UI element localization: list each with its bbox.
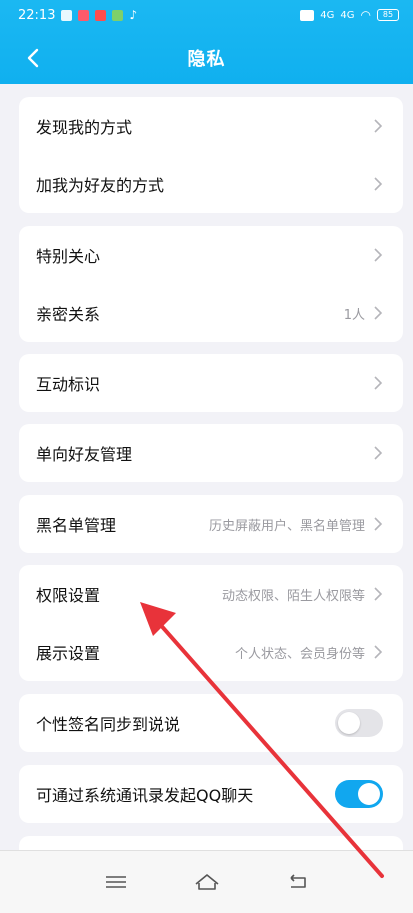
app-notification-icon: [112, 9, 124, 21]
notification-icon: [61, 9, 73, 21]
row-intimate-relation[interactable]: 亲密关系 1人: [19, 284, 403, 342]
row-label: 特别关心: [36, 247, 101, 266]
chevron-right-icon: [374, 645, 383, 659]
row-oneway-friends[interactable]: 单向好友管理: [19, 424, 403, 482]
signature-sync-toggle[interactable]: [335, 709, 383, 737]
card-oneway: 单向好友管理: [19, 424, 403, 482]
hd-icon: [300, 9, 315, 21]
card-blacklist: 黑名单管理 历史屏蔽用户、黑名单管理: [19, 495, 403, 553]
row-label: 亲密关系: [36, 305, 101, 324]
row-label: 黑名单管理: [36, 516, 117, 535]
row-label: 权限设置: [36, 586, 101, 605]
card-contacts-chat: 可通过系统通讯录发起QQ聊天: [19, 765, 403, 823]
title-bar: 隐私: [0, 38, 413, 78]
row-blacklist[interactable]: 黑名单管理 历史屏蔽用户、黑名单管理: [19, 495, 403, 553]
row-label: 加我为好友的方式: [36, 176, 165, 195]
header-bar: 22:13 ♪ 4G 4G ◠ 85 隐私: [0, 0, 413, 84]
card-permissions: 权限设置 动态权限、陌生人权限等 展示设置 个人状态、会员身份等: [19, 565, 403, 681]
card-interaction: 互动标识: [19, 354, 403, 412]
row-hint: 1人: [343, 307, 365, 323]
tiktok-icon: ♪: [129, 8, 138, 22]
back-nav-icon[interactable]: [284, 870, 312, 894]
row-signature-sync: 个性签名同步到说说: [19, 694, 403, 752]
row-special-care[interactable]: 特别关心: [19, 226, 403, 284]
chevron-right-icon: [374, 248, 383, 262]
system-nav-bar: [0, 850, 413, 913]
row-add-friend-method[interactable]: 加我为好友的方式: [19, 155, 403, 213]
row-label: 展示设置: [36, 644, 101, 663]
row-display-settings[interactable]: 展示设置 个人状态、会员身份等: [19, 623, 403, 681]
row-contacts-chat: 可通过系统通讯录发起QQ聊天: [19, 765, 403, 823]
app-notification-icon: [95, 9, 107, 21]
chevron-right-icon: [374, 177, 383, 191]
app-notification-icon: [78, 9, 90, 21]
card-relations: 特别关心 亲密关系 1人: [19, 226, 403, 342]
chevron-right-icon: [374, 119, 383, 133]
chevron-right-icon: [374, 306, 383, 320]
row-permission-settings[interactable]: 权限设置 动态权限、陌生人权限等: [19, 565, 403, 623]
card-signature-sync: 个性签名同步到说说: [19, 694, 403, 752]
chevron-right-icon: [374, 587, 383, 601]
row-label: 个性签名同步到说说: [36, 715, 181, 734]
contacts-chat-toggle[interactable]: [335, 780, 383, 808]
signal-label-2: 4G: [340, 9, 355, 21]
wifi-icon: ◠: [360, 8, 371, 22]
row-discover-me[interactable]: 发现我的方式: [19, 97, 403, 155]
row-label: 单向好友管理: [36, 445, 133, 464]
chevron-right-icon: [374, 376, 383, 390]
row-hint: 动态权限、陌生人权限等: [221, 588, 365, 604]
row-hint: 个人状态、会员身份等: [234, 646, 365, 662]
status-time: 22:13: [18, 7, 56, 23]
row-interaction-mark[interactable]: 互动标识: [19, 354, 403, 412]
row-label: 发现我的方式: [36, 118, 133, 137]
back-icon[interactable]: [22, 46, 46, 70]
battery-icon: 85: [377, 9, 399, 21]
row-label: 互动标识: [36, 375, 101, 394]
row-label: 可通过系统通讯录发起QQ聊天: [36, 786, 254, 805]
signal-label-1: 4G: [320, 9, 335, 21]
page-title: 隐私: [187, 49, 226, 70]
row-hint: 历史屏蔽用户、黑名单管理: [208, 518, 365, 534]
card-discover: 发现我的方式 加我为好友的方式: [19, 97, 403, 213]
menu-icon[interactable]: [102, 870, 130, 894]
chevron-right-icon: [374, 517, 383, 531]
home-icon[interactable]: [193, 870, 221, 894]
status-bar: 22:13 ♪ 4G 4G ◠ 85: [0, 0, 413, 30]
chevron-right-icon: [374, 446, 383, 460]
